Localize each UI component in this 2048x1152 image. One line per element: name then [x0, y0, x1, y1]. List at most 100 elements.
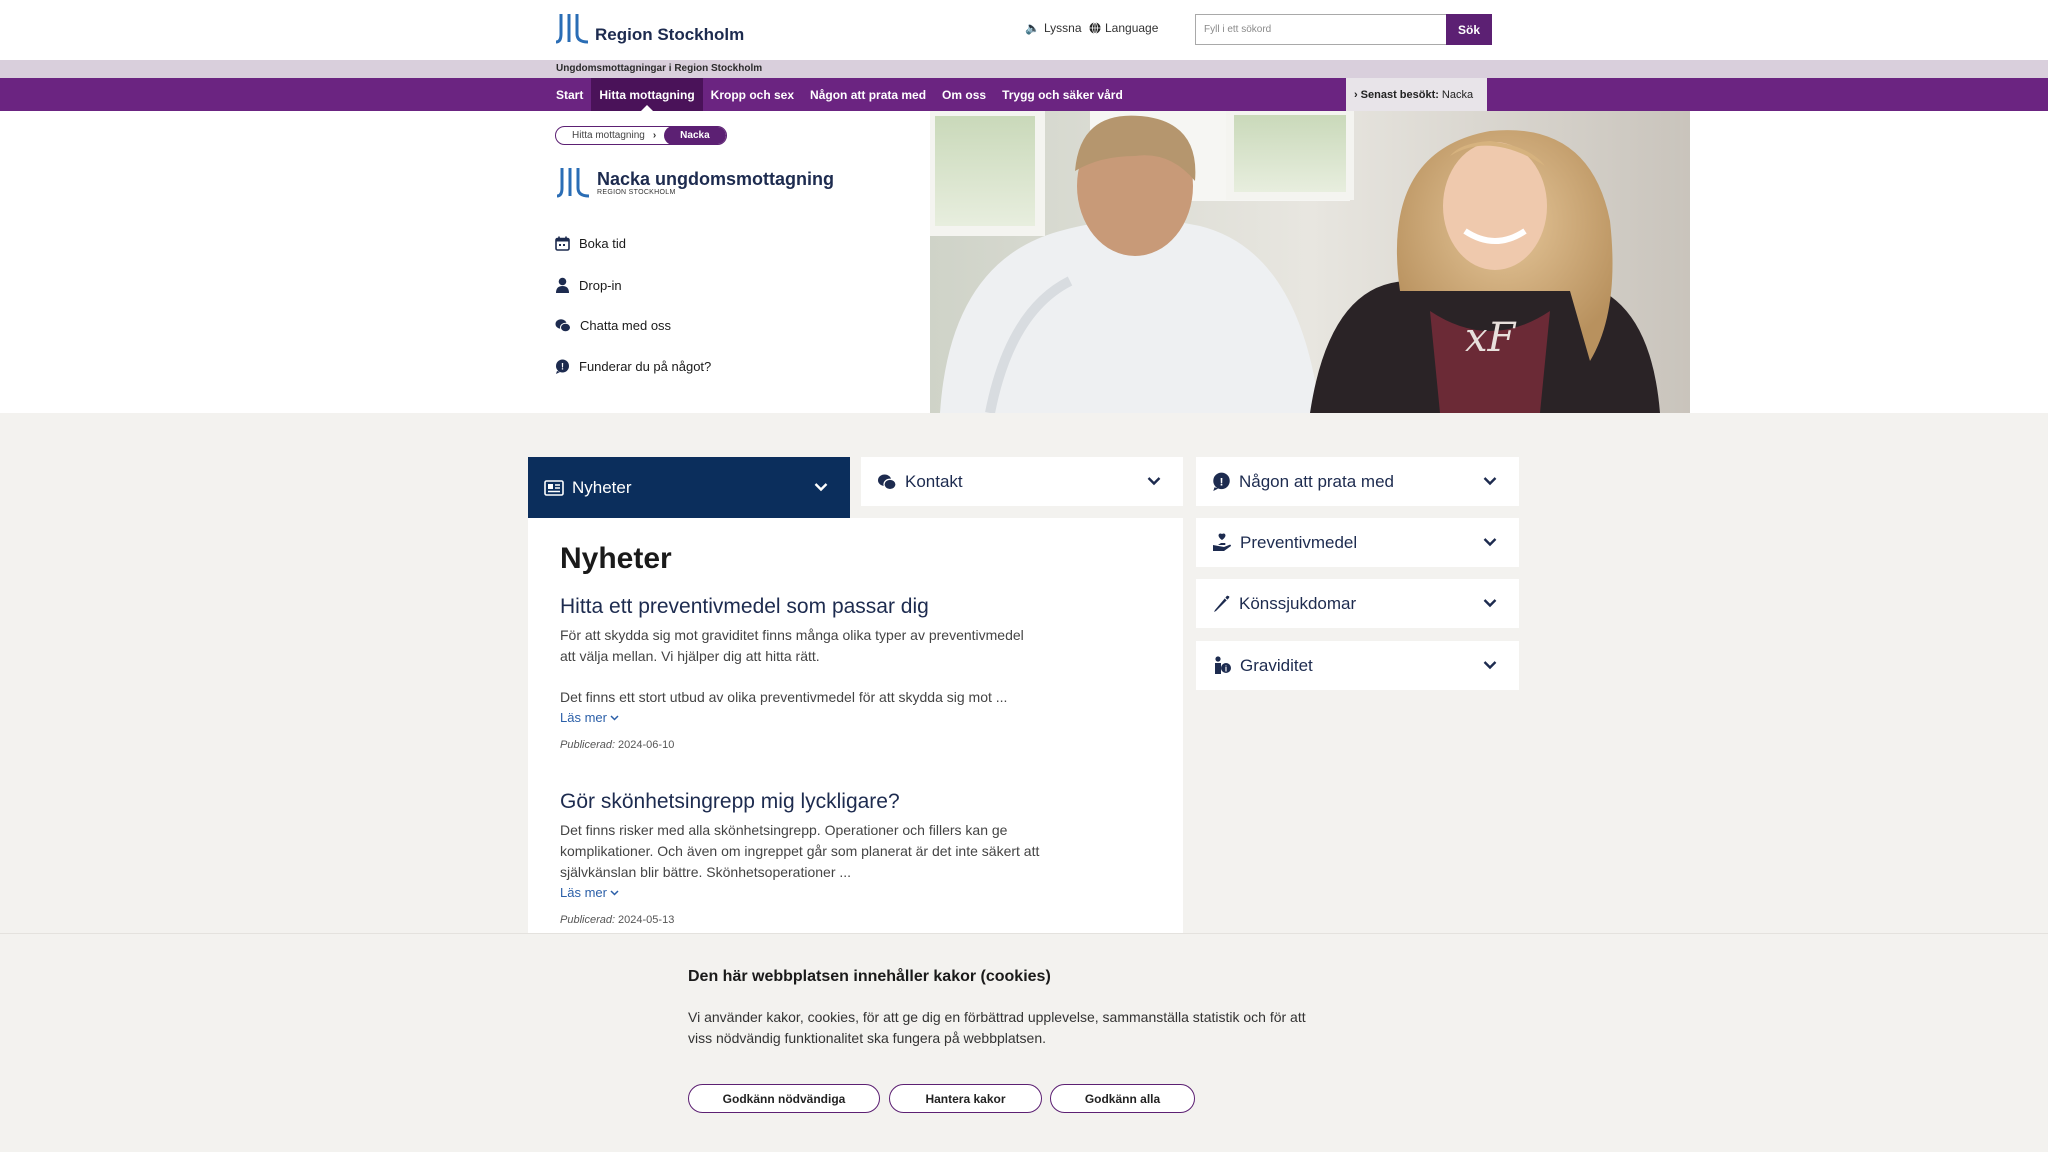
recently-visited[interactable]: › Senast besökt: Nacka [1346, 78, 1487, 111]
hand-heart-icon [1213, 533, 1231, 551]
recent-prefix: Senast besökt: [1360, 88, 1439, 101]
newspaper-icon [544, 479, 564, 496]
accordion-label: Kontakt [905, 471, 963, 491]
quick-link-label: Funderar du på något? [579, 359, 712, 374]
search-form: Sök [1195, 14, 1492, 45]
read-more-label: Läs mer [560, 885, 607, 900]
nav-item-trygg-vard[interactable]: Trygg och säker vård [994, 78, 1131, 111]
publish-date: Publicerad: 2024-05-13 [560, 914, 1040, 926]
accept-all-button[interactable]: Godkänn alla [1050, 1084, 1195, 1113]
svg-text:i: i [1225, 665, 1227, 674]
accordion-label: Preventivmedel [1240, 532, 1358, 552]
accordion-label: Någon att prata med [1239, 471, 1394, 491]
news-panel: Nyheter Hitta ett preventivmedel som pas… [528, 518, 1183, 933]
chat-icon [878, 473, 897, 490]
svg-text:!: ! [561, 362, 564, 372]
site-name-bar: Ungdomsmottagningar i Region Stockholm [0, 60, 2048, 78]
article-text: Det finns ett stort utbud av olika preve… [560, 689, 1008, 705]
recent-value: Nacka [1441, 88, 1474, 101]
news-article: Hitta ett preventivmedel som passar dig … [560, 595, 1040, 751]
nav-item-kropp-och-sex[interactable]: Kropp och sex [703, 78, 802, 111]
main-nav: Start Hitta mottagning Kropp och sex Någ… [0, 78, 2048, 111]
person-icon [556, 277, 569, 293]
listen-label: Lyssna [1043, 21, 1082, 35]
article-text: Det finns risker med alla skönhetsingrep… [560, 822, 1040, 880]
accordion-label: Graviditet [1240, 655, 1313, 675]
news-article: Gör skönhetsingrepp mig lyckligare? Det … [560, 790, 1040, 926]
quick-link-label: Boka tid [579, 236, 626, 251]
accordion-nagon-att-prata-med[interactable]: ! Någon att prata med [1196, 457, 1519, 506]
accordion-label: Könssjukdomar [1239, 593, 1357, 613]
chevron-down-icon [610, 714, 619, 721]
chevron-down-icon [814, 482, 828, 491]
chevron-down-icon [1483, 660, 1497, 669]
quick-link-label: Chatta med oss [580, 318, 672, 333]
chevron-right-icon: › [1354, 88, 1358, 101]
nav-item-start[interactable]: Start [548, 78, 591, 111]
chevron-down-icon [610, 889, 619, 896]
globe-icon [1089, 22, 1101, 34]
svg-text:!: ! [1220, 476, 1224, 488]
nav-item-nagon-att-prata-med[interactable]: Någon att prata med [802, 78, 934, 111]
clinic-logo: Nacka ungdomsmottagning REGION STOCKHOLM [555, 168, 834, 198]
quick-link-drop-in[interactable]: Drop-in [555, 277, 855, 293]
accordion-preventivmedel[interactable]: Preventivmedel [1196, 518, 1519, 567]
read-more-label: Läs mer [560, 710, 607, 725]
cookie-banner: Den här webbplatsen innehåller kakor (co… [0, 933, 2048, 1152]
pregnant-person-icon: i [1215, 656, 1231, 674]
quick-link-label: Drop-in [579, 277, 622, 293]
accordion-kontakt[interactable]: Kontakt [861, 457, 1183, 506]
speaker-icon: 🔈 [1025, 21, 1040, 35]
manage-cookies-button[interactable]: Hantera kakor [889, 1084, 1042, 1113]
chat-icon [555, 319, 571, 333]
quick-link-boka-tid[interactable]: Boka tid [555, 236, 855, 251]
hero-photo: xF [930, 111, 1690, 413]
clinic-name: Nacka ungdomsmottagning [597, 169, 835, 189]
cookie-text: Vi använder kakor, cookies, för att ge d… [688, 1009, 1306, 1046]
article-title[interactable]: Hitta ett preventivmedel som passar dig [560, 595, 1040, 619]
accordion-konssjukdomar[interactable]: Könssjukdomar [1196, 579, 1519, 628]
accordion-graviditet[interactable]: i Graviditet [1196, 641, 1519, 690]
quick-link-funderar[interactable]: ! Funderar du på något? [555, 359, 855, 374]
question-bubble-icon: ! [1213, 472, 1230, 491]
language-link[interactable]: Language [1089, 21, 1158, 35]
site-name[interactable]: Ungdomsmottagningar i Region Stockholm [556, 63, 762, 74]
read-more-link[interactable]: Läs mer [560, 885, 619, 900]
hero-photo-illustration: xF [930, 111, 1690, 413]
chevron-down-icon [1147, 476, 1161, 485]
chevron-down-icon [1483, 537, 1497, 546]
nav-item-om-oss[interactable]: Om oss [934, 78, 994, 111]
region-logo-icon [555, 14, 589, 44]
clinic-subtitle: REGION STOCKHOLM [597, 189, 676, 196]
nav-item-hitta-mottagning[interactable]: Hitta mottagning [591, 78, 703, 111]
publish-date-label: Publicerad: [560, 914, 616, 926]
region-logo-icon [556, 168, 590, 198]
search-button[interactable]: Sök [1446, 14, 1492, 45]
accordion-nyheter[interactable]: Nyheter [528, 457, 850, 518]
brand-name: Region Stockholm [595, 25, 745, 44]
region-stockholm-logo[interactable]: Region Stockholm [555, 14, 744, 44]
breadcrumb-current: Nacka [664, 127, 726, 144]
quick-link-chatta[interactable]: Chatta med oss [555, 318, 855, 333]
language-label: Language [1105, 21, 1159, 35]
svg-text:xF: xF [1465, 315, 1517, 361]
publish-date-label: Publicerad: [560, 739, 616, 751]
chevron-down-icon [1483, 476, 1497, 485]
article-title[interactable]: Gör skönhetsingrepp mig lyckligare? [560, 790, 1040, 814]
search-input[interactable] [1195, 14, 1446, 45]
cookie-title: Den här webbplatsen innehåller kakor (co… [688, 968, 1051, 985]
chevron-right-icon: › [652, 130, 657, 141]
accept-necessary-button[interactable]: Godkänn nödvändiga [688, 1084, 880, 1113]
breadcrumb-parent[interactable]: Hitta mottagning › [556, 127, 664, 144]
publish-date-value: 2024-05-13 [618, 914, 675, 926]
question-bubble-icon: ! [556, 359, 569, 374]
calendar-icon [555, 236, 570, 251]
pen-icon [1214, 595, 1230, 612]
read-more-link[interactable]: Läs mer [560, 710, 619, 725]
publish-date: Publicerad: 2024-06-10 [560, 739, 1040, 751]
top-header: Region Stockholm 🔈 Lyssna Language Sök [0, 0, 2048, 60]
listen-link[interactable]: 🔈 Lyssna [1025, 21, 1082, 35]
breadcrumb-parent-label: Hitta mottagning [572, 130, 645, 141]
chevron-down-icon [1483, 598, 1497, 607]
breadcrumb: Hitta mottagning › Nacka [555, 126, 727, 145]
